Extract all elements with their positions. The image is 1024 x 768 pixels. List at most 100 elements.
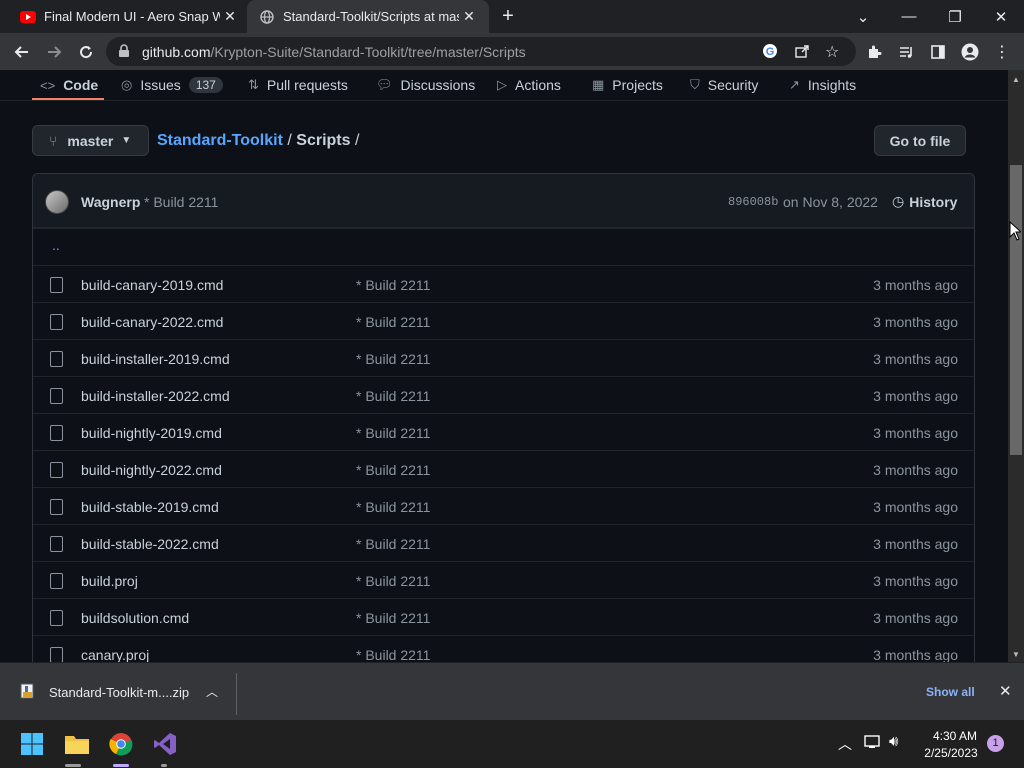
file-row[interactable]: build-canary-2019.cmd * Build 2211 3 month… (33, 265, 974, 302)
reload-icon[interactable] (72, 38, 100, 66)
tab-label: Actions (515, 77, 561, 93)
parent-directory-link[interactable]: .. (52, 237, 60, 253)
go-to-file-button[interactable]: Go to file (874, 125, 966, 156)
tab-code[interactable]: <> Code (40, 70, 98, 100)
globe-icon (259, 9, 275, 25)
scroll-up-arrow-icon[interactable]: ▲ (1012, 75, 1020, 84)
file-name-link[interactable]: build.proj (81, 573, 138, 589)
breadcrumb: Standard-Toolkit / Scripts / (157, 132, 359, 150)
file-row[interactable]: build-installer-2019.cmd * Build 2211 3 mo… (33, 339, 974, 376)
file-row[interactable]: build-nightly-2019.cmd * Build 2211 3 mont… (33, 413, 974, 450)
forward-arrow-icon[interactable] (40, 38, 68, 66)
close-tab-icon[interactable]: ✕ (220, 8, 240, 25)
tab-label: Insights (807, 77, 857, 93)
share-icon[interactable] (794, 43, 810, 62)
file-row[interactable]: build-canary-2022.cmd * Build 2211 3 month… (33, 302, 974, 339)
history-button[interactable]: ◷ History (892, 193, 957, 210)
media-queue-icon[interactable] (892, 38, 920, 66)
file-commit-message[interactable]: * Build 2211 (356, 462, 430, 478)
volume-icon[interactable]: 🔊︎ (889, 733, 898, 750)
browser-tab-youtube[interactable]: Final Modern UI - Aero Snap Win ✕ (8, 0, 246, 33)
chevron-up-icon[interactable]: ︿ (838, 734, 852, 754)
file-age: 3 months ago (873, 314, 958, 330)
file-row[interactable]: build.proj * Build 2211 3 months ago (33, 561, 974, 598)
tab-search-icon[interactable]: ⌄ (840, 0, 886, 33)
parent-directory-row[interactable]: .. (33, 228, 974, 265)
download-filename[interactable]: Standard-Toolkit-m....zip (49, 685, 189, 700)
file-row[interactable]: build-nightly-2022.cmd * Build 2211 3 mont… (33, 450, 974, 487)
commit-message[interactable]: * Build 2211 (144, 194, 218, 210)
profile-avatar-icon[interactable] (956, 38, 984, 66)
minimize-button[interactable]: — (886, 0, 932, 33)
file-name-link[interactable]: canary.proj (81, 647, 149, 662)
file-name-link[interactable]: build-nightly-2019.cmd (81, 425, 222, 441)
lock-icon[interactable] (118, 44, 130, 61)
file-row[interactable]: build-stable-2022.cmd * Build 2211 3 month… (33, 524, 974, 561)
commit-author[interactable]: Wagnerp (81, 194, 140, 210)
file-age: 3 months ago (873, 277, 958, 293)
file-commit-message[interactable]: * Build 2211 (356, 277, 430, 293)
commit-sha[interactable]: 896008b (728, 195, 778, 209)
file-commit-message[interactable]: * Build 2211 (356, 314, 430, 330)
file-commit-message[interactable]: * Build 2211 (356, 536, 430, 552)
branch-selector[interactable]: ⑂ master ▼ (32, 125, 149, 156)
restore-button[interactable]: ❐ (932, 0, 978, 33)
file-name-link[interactable]: build-stable-2019.cmd (81, 499, 219, 515)
scroll-down-arrow-icon[interactable]: ▼ (1012, 650, 1020, 659)
avatar[interactable] (45, 190, 69, 214)
file-row[interactable]: build-installer-2022.cmd * Build 2211 3 mo… (33, 376, 974, 413)
tab-discussions[interactable]: 💬︎ Discussions (376, 70, 475, 100)
more-menu-icon[interactable]: ⋮ (988, 38, 1016, 66)
tab-issues[interactable]: ◎ Issues 137 (121, 70, 223, 100)
network-icon[interactable] (864, 734, 882, 755)
bookmark-star-icon[interactable]: ☆ (825, 42, 839, 62)
close-tab-icon[interactable]: ✕ (459, 8, 479, 25)
close-download-shelf-icon[interactable]: ✕ (999, 682, 1012, 700)
windows-start-icon[interactable] (16, 728, 48, 760)
back-arrow-icon[interactable] (8, 38, 36, 66)
scrollbar-thumb[interactable] (1010, 165, 1022, 455)
file-age: 3 months ago (873, 462, 958, 478)
file-commit-message[interactable]: * Build 2211 (356, 647, 430, 662)
extensions-icon[interactable] (860, 38, 888, 66)
breadcrumb-trailing-slash: / (354, 132, 360, 149)
close-window-button[interactable]: ✕ (978, 0, 1024, 33)
address-bar[interactable]: github.com/Krypton-Suite/Standard-Toolki… (106, 37, 856, 66)
file-commit-message[interactable]: * Build 2211 (356, 610, 430, 626)
file-icon (50, 536, 63, 552)
side-panel-icon[interactable] (924, 38, 952, 66)
file-name-link[interactable]: buildsolution.cmd (81, 610, 189, 626)
file-row[interactable]: canary.proj * Build 2211 3 months ago (33, 635, 974, 662)
tab-security[interactable]: ⛉ Security (690, 70, 758, 100)
file-name-link[interactable]: build-installer-2022.cmd (81, 388, 230, 404)
visual-studio-icon[interactable] (149, 728, 181, 760)
google-icon[interactable]: G (762, 43, 778, 62)
tab-pull-requests[interactable]: ⇅ Pull requests (248, 70, 348, 100)
file-row[interactable]: buildsolution.cmd * Build 2211 3 months ag… (33, 598, 974, 635)
file-commit-message[interactable]: * Build 2211 (356, 425, 430, 441)
breadcrumb-repo-link[interactable]: Standard-Toolkit (157, 132, 283, 149)
file-name-link[interactable]: build-nightly-2022.cmd (81, 462, 222, 478)
chevron-up-icon[interactable]: ︿ (206, 683, 218, 700)
clock-time[interactable]: 4:30 AM (931, 729, 979, 743)
file-commit-message[interactable]: * Build 2211 (356, 388, 430, 404)
file-name-link[interactable]: build-canary-2019.cmd (81, 277, 223, 293)
file-explorer-icon[interactable] (61, 728, 93, 760)
show-all-downloads-link[interactable]: Show all (926, 685, 975, 699)
page-scrollbar[interactable]: ▲ ▼ (1008, 70, 1024, 662)
file-commit-message[interactable]: * Build 2211 (356, 499, 430, 515)
tab-actions[interactable]: ▷ Actions (497, 70, 561, 100)
clock-date[interactable]: 2/25/2023 (921, 746, 981, 760)
file-commit-message[interactable]: * Build 2211 (356, 573, 430, 589)
file-name-link[interactable]: build-canary-2022.cmd (81, 314, 223, 330)
file-name-link[interactable]: build-installer-2019.cmd (81, 351, 230, 367)
file-name-link[interactable]: build-stable-2022.cmd (81, 536, 219, 552)
chrome-icon[interactable] (105, 728, 137, 760)
file-commit-message[interactable]: * Build 2211 (356, 351, 430, 367)
browser-tab-github[interactable]: Standard-Toolkit/Scripts at maste ✕ (247, 0, 489, 33)
new-tab-button[interactable]: + (497, 6, 519, 28)
tab-insights[interactable]: ↗ Insights (789, 70, 856, 100)
file-row[interactable]: build-stable-2019.cmd * Build 2211 3 month… (33, 487, 974, 524)
tab-projects[interactable]: ▦ Projects (592, 70, 663, 100)
notification-count-badge[interactable]: 1 (987, 735, 1004, 752)
